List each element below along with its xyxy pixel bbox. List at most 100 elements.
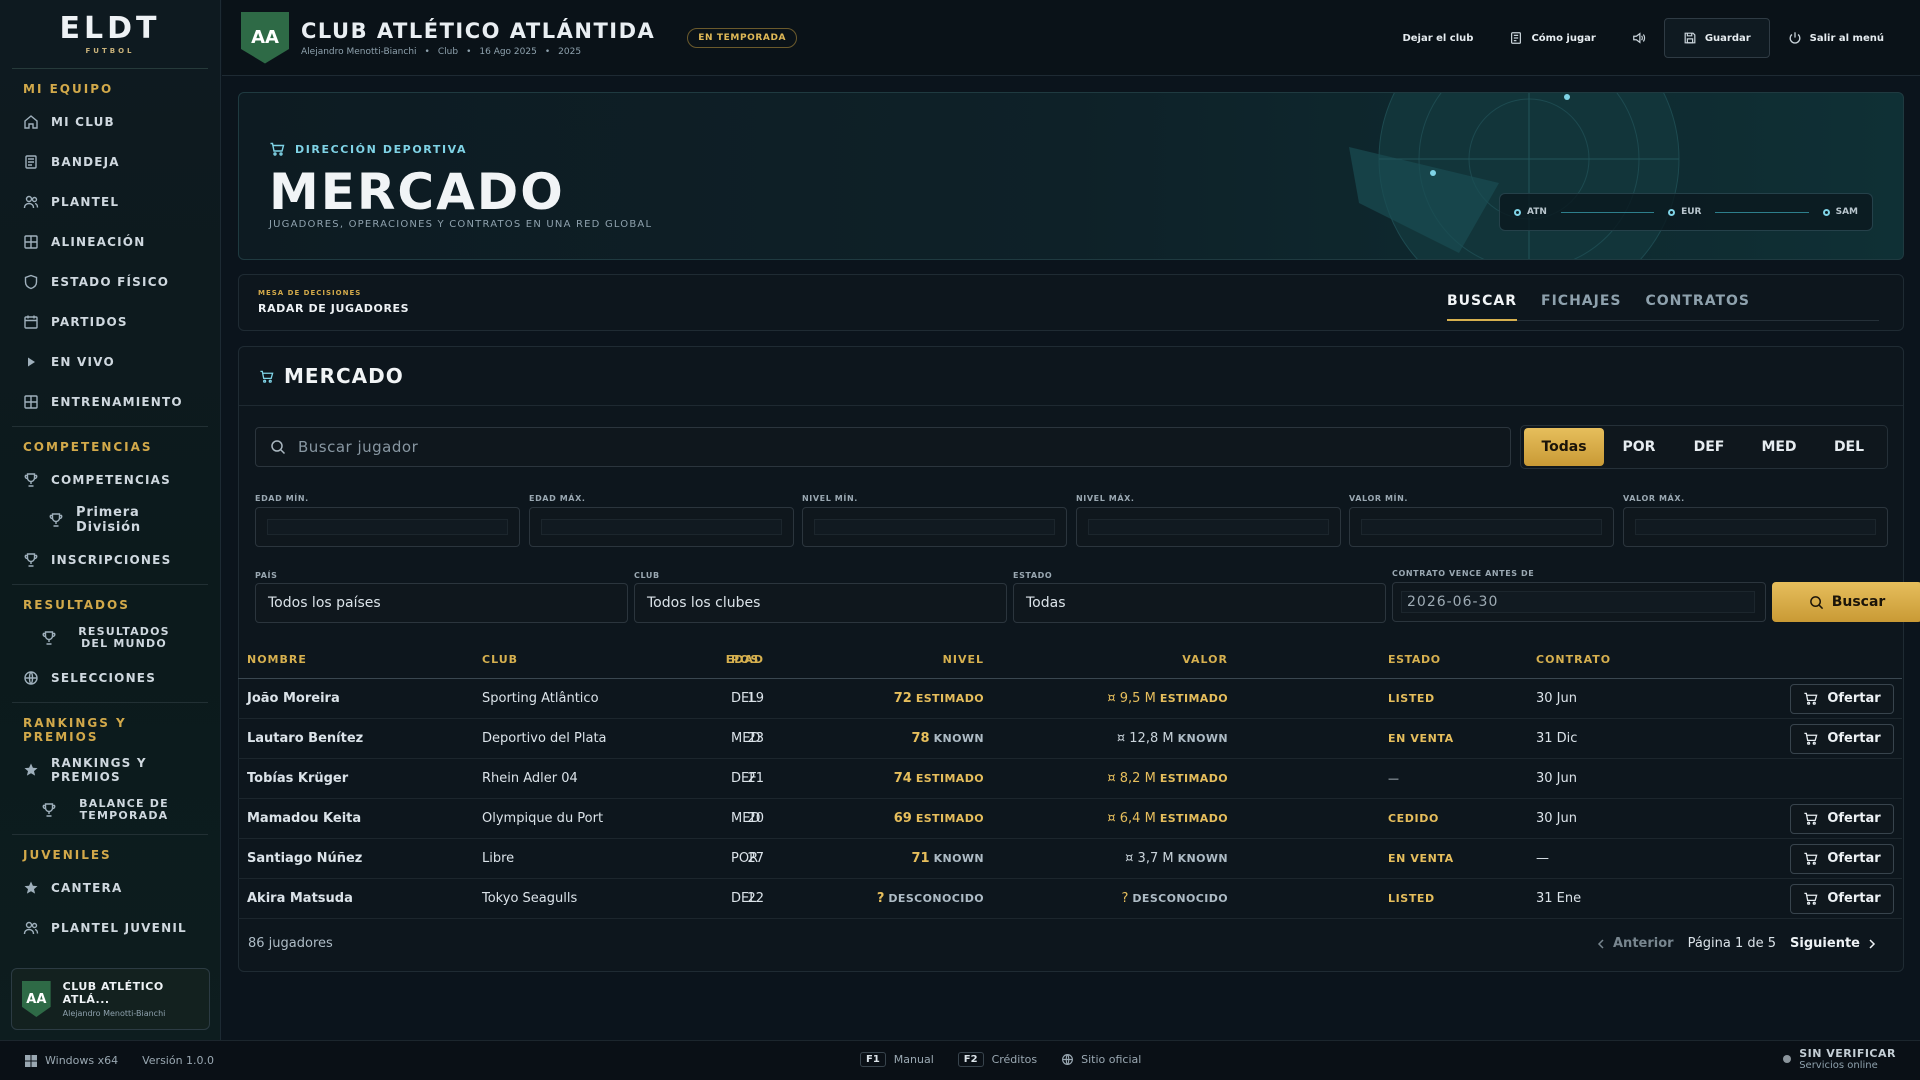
column-header[interactable]: EDAD xyxy=(726,640,764,678)
player-name[interactable]: Akira Matsuda xyxy=(247,879,353,918)
offer-button[interactable]: Ofertar xyxy=(1790,803,1894,834)
sidebar-item-estado-fisico[interactable]: ESTADO FÍSICO xyxy=(12,262,208,302)
player-age: 19 xyxy=(747,691,764,706)
chevron-left-icon xyxy=(1597,938,1604,949)
value-amount: ¤ 12,8 M xyxy=(1116,731,1174,746)
table-row[interactable]: João Moreira Sporting Atlântico DEL 19 72 EST… xyxy=(238,679,1902,719)
sidebar-item-plantel-juvenil[interactable]: PLANTEL JUVENIL xyxy=(12,908,208,948)
column-header[interactable]: ESTADO xyxy=(1388,640,1441,678)
sidebar-item-partidos[interactable]: PARTIDOS xyxy=(12,302,208,342)
credits-shortcut[interactable]: F2 Créditos xyxy=(957,1052,1037,1067)
level-qualifier: DESCONOCIDO xyxy=(888,892,984,905)
sidebar-item-label: MI CLUB xyxy=(51,115,115,129)
sidebar-item-bandeja[interactable]: BANDEJA xyxy=(12,142,208,182)
star-icon xyxy=(24,763,38,776)
club-badge: AA xyxy=(22,981,51,1017)
sidebar-item-entrenamiento[interactable]: ENTRENAMIENTO xyxy=(12,382,208,422)
column-header[interactable]: CLUB xyxy=(482,640,518,678)
level-value: ? xyxy=(876,891,885,906)
logo-subtext: FUTBOL xyxy=(85,46,135,55)
sidebar-item-rankings-y-premios[interactable]: RANKINGS Y PREMIOS xyxy=(12,750,208,790)
player-name[interactable]: João Moreira xyxy=(247,679,340,718)
player-contract: 30 Jun xyxy=(1536,771,1577,786)
player-contract: 30 Jun xyxy=(1536,691,1577,706)
status-left: Windows x64 Versión 1.0.0 xyxy=(25,1054,214,1067)
column-header[interactable]: NIVEL xyxy=(943,640,984,678)
value-amount: ¤ 8,2 M xyxy=(1107,771,1156,786)
sidebar-item-balance-de-temporada[interactable]: BALANCE DE TEMPORADA xyxy=(12,790,208,830)
level-value: 71 xyxy=(911,851,930,866)
player-club: Tokyo Seagulls xyxy=(482,891,578,906)
manual-shortcut[interactable]: F1 Manual xyxy=(860,1052,934,1067)
play-icon xyxy=(28,357,35,367)
cart-icon xyxy=(1804,692,1818,705)
column-header[interactable]: CONTRATO xyxy=(1536,640,1611,678)
offer-button[interactable]: Ofertar xyxy=(1790,723,1894,754)
table-row[interactable]: Tobías Krüger Rhein Adler 04 DEF 21 74 ESTIMA… xyxy=(238,759,1902,799)
table-row[interactable]: Santiago Núñez Libre POR 27 71 KNOWN ¤ 3,7 M KN… xyxy=(238,839,1902,879)
next-page-button[interactable]: Siguiente xyxy=(1790,936,1878,951)
player-name[interactable]: Santiago Núñez xyxy=(247,839,362,878)
results-area: NOMBRE CLUB POS EDAD NIVEL VALOR ESTADO … xyxy=(238,0,1904,1040)
version-label: Versión 1.0.0 xyxy=(142,1054,215,1067)
sidebar-item-label: RANKINGS Y PREMIOS xyxy=(51,756,147,784)
sidebar-item-primera-division[interactable]: Primera División xyxy=(12,500,208,540)
calendar-icon xyxy=(24,315,38,329)
player-age: 23 xyxy=(747,731,764,746)
sidebar-item-alineacion[interactable]: ALINEACIÓN xyxy=(12,222,208,262)
player-club: Olympique du Port xyxy=(482,811,604,826)
club-card[interactable]: AA CLUB ATLÉTICO ATLÁ... Alejandro Menot… xyxy=(11,968,210,1030)
sidebar: ELDT FUTBOL MI EQUIPO MI CLUB BANDEJA PL… xyxy=(0,0,221,1040)
value-amount: ? xyxy=(1121,891,1129,906)
cart-icon xyxy=(1804,892,1818,905)
player-club: Deportivo del Plata xyxy=(482,731,607,746)
logo-text: ELDT xyxy=(59,10,161,46)
app-logo[interactable]: ELDT FUTBOL xyxy=(12,0,208,69)
sidebar-item-selecciones[interactable]: SELECCIONES xyxy=(12,658,208,698)
verify-status: SIN VERIFICAR xyxy=(1799,1047,1896,1060)
sidebar-item-plantel[interactable]: PLANTEL xyxy=(12,182,208,222)
table-row[interactable]: Mamadou Keita Olympique du Port MED 20 69 EST… xyxy=(238,799,1902,839)
column-header[interactable]: NOMBRE xyxy=(247,640,307,678)
player-name[interactable]: Tobías Krüger xyxy=(247,759,348,798)
nav-section-resultados: RESULTADOS RESULTADOS DEL MUNDO SELECCIO… xyxy=(0,585,220,698)
offer-label: Ofertar xyxy=(1827,691,1881,706)
table-row[interactable]: Akira Matsuda Tokyo Seagulls DEL 22? DESCONO… xyxy=(238,879,1902,919)
sidebar-item-cantera[interactable]: CANTERA xyxy=(12,868,208,908)
offer-label: Ofertar xyxy=(1827,851,1881,866)
value-qualifier: DESCONOCIDO xyxy=(1132,892,1228,905)
offer-label: Ofertar xyxy=(1827,811,1881,826)
sidebar-item-resultados-del-mundo[interactable]: RESULTADOS DEL MUNDO xyxy=(12,618,208,658)
level-qualifier: ESTIMADO xyxy=(915,812,984,825)
level-value: 78 xyxy=(911,731,930,746)
table-row[interactable]: Lautaro Benítez Deportivo del Plata MED 23 7… xyxy=(238,719,1902,759)
shield-icon xyxy=(24,274,38,290)
sidebar-item-label: Primera División xyxy=(76,505,141,535)
page-indicator: Página 1 de 5 xyxy=(1687,936,1777,951)
player-status: EN VENTA xyxy=(1388,732,1454,745)
level-value: 69 xyxy=(893,811,912,826)
sidebar-item-competencias[interactable]: COMPETENCIAS xyxy=(12,460,208,500)
offer-button[interactable]: Ofertar xyxy=(1790,683,1894,714)
nav-section-title: COMPETENCIAS xyxy=(23,440,153,454)
offer-button[interactable]: Ofertar xyxy=(1790,883,1894,914)
player-name[interactable]: Lautaro Benítez xyxy=(247,719,363,758)
nav-section-title: RANKINGS Y PREMIOS xyxy=(23,716,127,744)
nav-section-title: RESULTADOS xyxy=(23,598,130,612)
sidebar-item-label: COMPETENCIAS xyxy=(51,473,171,487)
sidebar-item-mi-club[interactable]: MI CLUB xyxy=(12,102,208,142)
f1-key: F1 xyxy=(860,1052,886,1067)
column-header[interactable]: VALOR xyxy=(1182,640,1228,678)
table-footer: 86 jugadores Anterior Página 1 de 5 Sigu… xyxy=(238,920,1902,970)
table-body: João Moreira Sporting Atlântico DEL 19 72 EST… xyxy=(238,679,1902,919)
sidebar-item-en-vivo[interactable]: EN VIVO xyxy=(12,342,208,382)
player-name[interactable]: Mamadou Keita xyxy=(247,799,361,838)
trophy-icon xyxy=(24,553,38,567)
sidebar-item-inscripciones[interactable]: INSCRIPCIONES xyxy=(12,540,208,580)
previous-label: Anterior xyxy=(1613,936,1674,951)
sidebar-item-label: SELECCIONES xyxy=(51,671,157,685)
offer-button[interactable]: Ofertar xyxy=(1790,843,1894,874)
previous-page-button[interactable]: Anterior xyxy=(1595,936,1674,951)
level-qualifier: ESTIMADO xyxy=(915,772,984,785)
official-site-link[interactable]: Sitio oficial xyxy=(1061,1053,1141,1066)
